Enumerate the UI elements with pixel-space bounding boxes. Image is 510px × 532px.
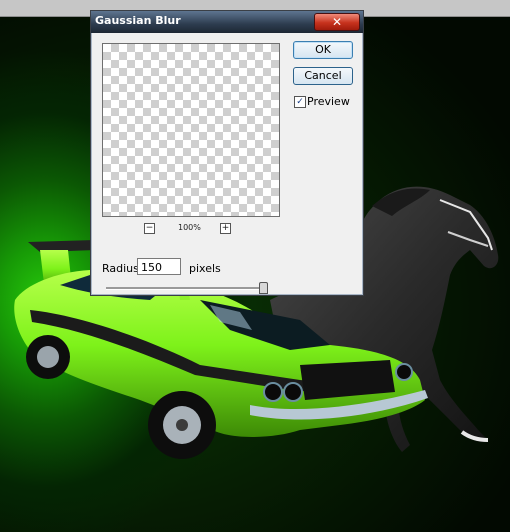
ok-button[interactable]: OK — [293, 41, 353, 59]
close-icon: ✕ — [331, 15, 343, 29]
radius-slider-thumb[interactable] — [259, 282, 269, 294]
document-canvas: Gaussian Blur ✕ − 100% + Radius: 150 pix… — [0, 0, 510, 532]
close-button[interactable]: ✕ — [314, 13, 360, 31]
transparency-checkerboard — [103, 44, 279, 216]
radius-input[interactable]: 150 — [137, 258, 181, 275]
zoom-in-button[interactable]: + — [220, 223, 231, 234]
plus-icon: + — [221, 223, 230, 233]
gaussian-blur-dialog: Gaussian Blur ✕ − 100% + Radius: 150 pix… — [90, 10, 364, 296]
dialog-title-bar[interactable]: Gaussian Blur ✕ — [91, 11, 363, 33]
checkmark-icon: ✓ — [296, 97, 304, 107]
cancel-button[interactable]: Cancel — [293, 67, 353, 85]
pixels-unit-label: pixels — [189, 262, 221, 275]
preview-checkbox[interactable]: ✓ — [294, 96, 306, 108]
preview-pane[interactable] — [102, 43, 280, 217]
minus-icon: − — [145, 223, 154, 233]
radius-slider-track[interactable] — [106, 287, 268, 290]
zoom-level: 100% — [178, 223, 201, 232]
preview-label: Preview — [307, 95, 350, 108]
dialog-body: − 100% + Radius: 150 pixels OK Cancel ✓ … — [92, 33, 362, 294]
zoom-out-button[interactable]: − — [144, 223, 155, 234]
dialog-title: Gaussian Blur — [95, 14, 181, 27]
